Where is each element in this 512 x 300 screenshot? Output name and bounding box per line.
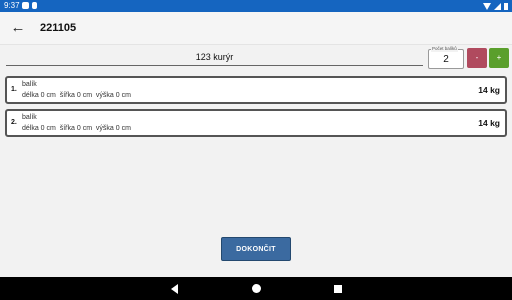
package-item-1[interactable]: 1. balík délka 0 cm šířka 0 cm výška 0 c… <box>5 76 507 104</box>
finish-button[interactable]: DOKONČIT <box>221 237 291 261</box>
item-dimensions: délka 0 cm šířka 0 cm výška 0 cm <box>22 125 131 132</box>
item-index: 1. <box>11 86 17 93</box>
nav-back-icon[interactable] <box>171 284 178 294</box>
item-name: balík <box>22 81 37 88</box>
app-bar: ← 221105 <box>0 12 512 45</box>
courier-field[interactable]: 123 kurýr <box>6 50 423 66</box>
item-weight: 14 kg <box>478 85 500 95</box>
package-count-field[interactable]: Počet balíků 2 <box>428 46 464 69</box>
page-title: 221105 <box>40 22 77 34</box>
sim-icon <box>32 2 37 9</box>
status-bar: 9:37 <box>0 0 512 12</box>
increase-count-button[interactable]: + <box>489 48 509 68</box>
notification-p-icon <box>22 2 29 9</box>
status-time: 9:37 <box>4 1 20 10</box>
status-right-icons <box>483 0 508 12</box>
item-weight: 14 kg <box>478 118 500 128</box>
wifi-icon <box>483 2 491 10</box>
package-count-label: Počet balíků <box>431 46 458 52</box>
nav-home-icon[interactable] <box>252 284 261 293</box>
system-nav-bar <box>0 277 512 300</box>
item-name: balík <box>22 114 37 121</box>
signal-icon <box>494 2 501 10</box>
item-index: 2. <box>11 119 17 126</box>
item-dimensions: délka 0 cm šířka 0 cm výška 0 cm <box>22 92 131 99</box>
back-arrow-icon[interactable]: ← <box>8 18 28 38</box>
package-item-2[interactable]: 2. balík délka 0 cm šířka 0 cm výška 0 c… <box>5 109 507 137</box>
package-count-value: 2 <box>443 54 449 65</box>
nav-recents-icon[interactable] <box>334 285 342 293</box>
battery-icon <box>504 2 508 10</box>
decrease-count-button[interactable]: - <box>467 48 487 68</box>
